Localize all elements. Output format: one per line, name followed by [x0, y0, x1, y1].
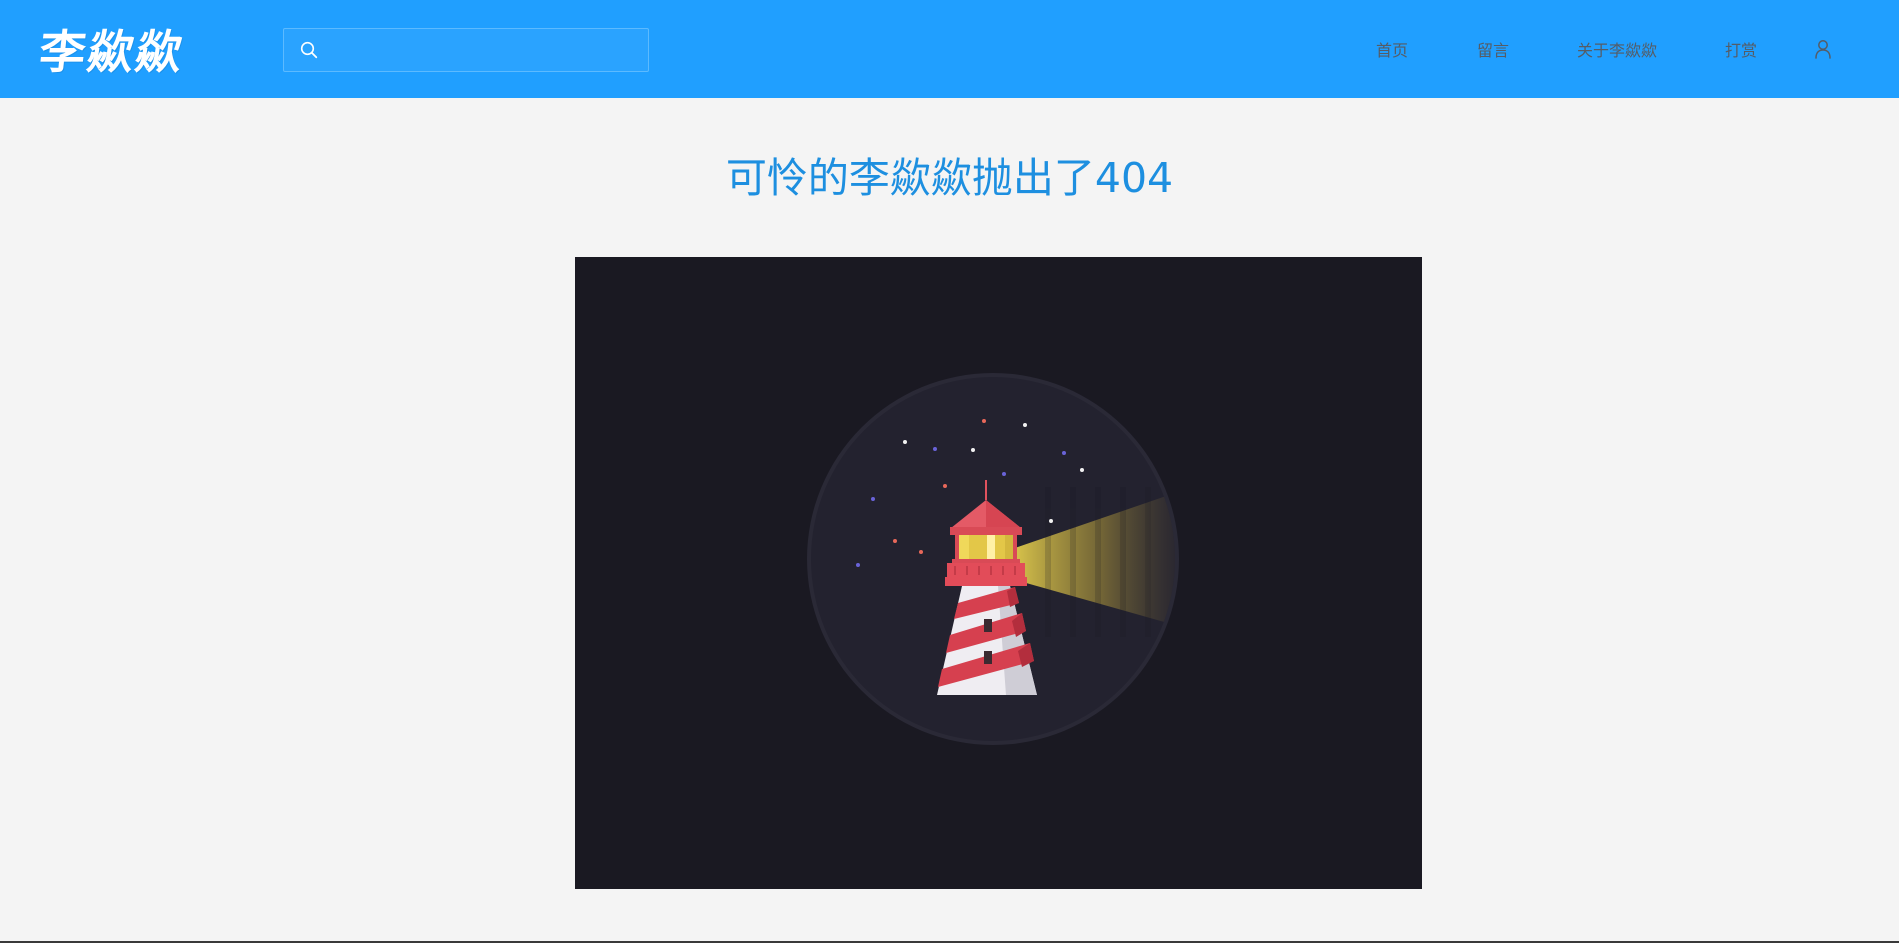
error-title: 可怜的李歘歘抛出了404: [725, 154, 1174, 202]
lighthouse-illustration: [575, 257, 1422, 889]
nav-about-link[interactable]: 关于李歘歘: [1577, 0, 1657, 98]
site-logo[interactable]: 李歘歘: [37, 20, 187, 79]
nav-message-link[interactable]: 留言: [1477, 0, 1509, 98]
nav-home-link[interactable]: 首页: [1376, 0, 1408, 98]
search-box[interactable]: [283, 28, 649, 72]
nav-reward-link[interactable]: 打赏: [1725, 0, 1757, 98]
search-icon[interactable]: [298, 39, 320, 61]
search-input[interactable]: [320, 29, 648, 71]
user-icon[interactable]: [1812, 0, 1834, 98]
header-bar: 李歘歘 首页 留言 关于李歘歘 打赏: [0, 0, 1899, 98]
